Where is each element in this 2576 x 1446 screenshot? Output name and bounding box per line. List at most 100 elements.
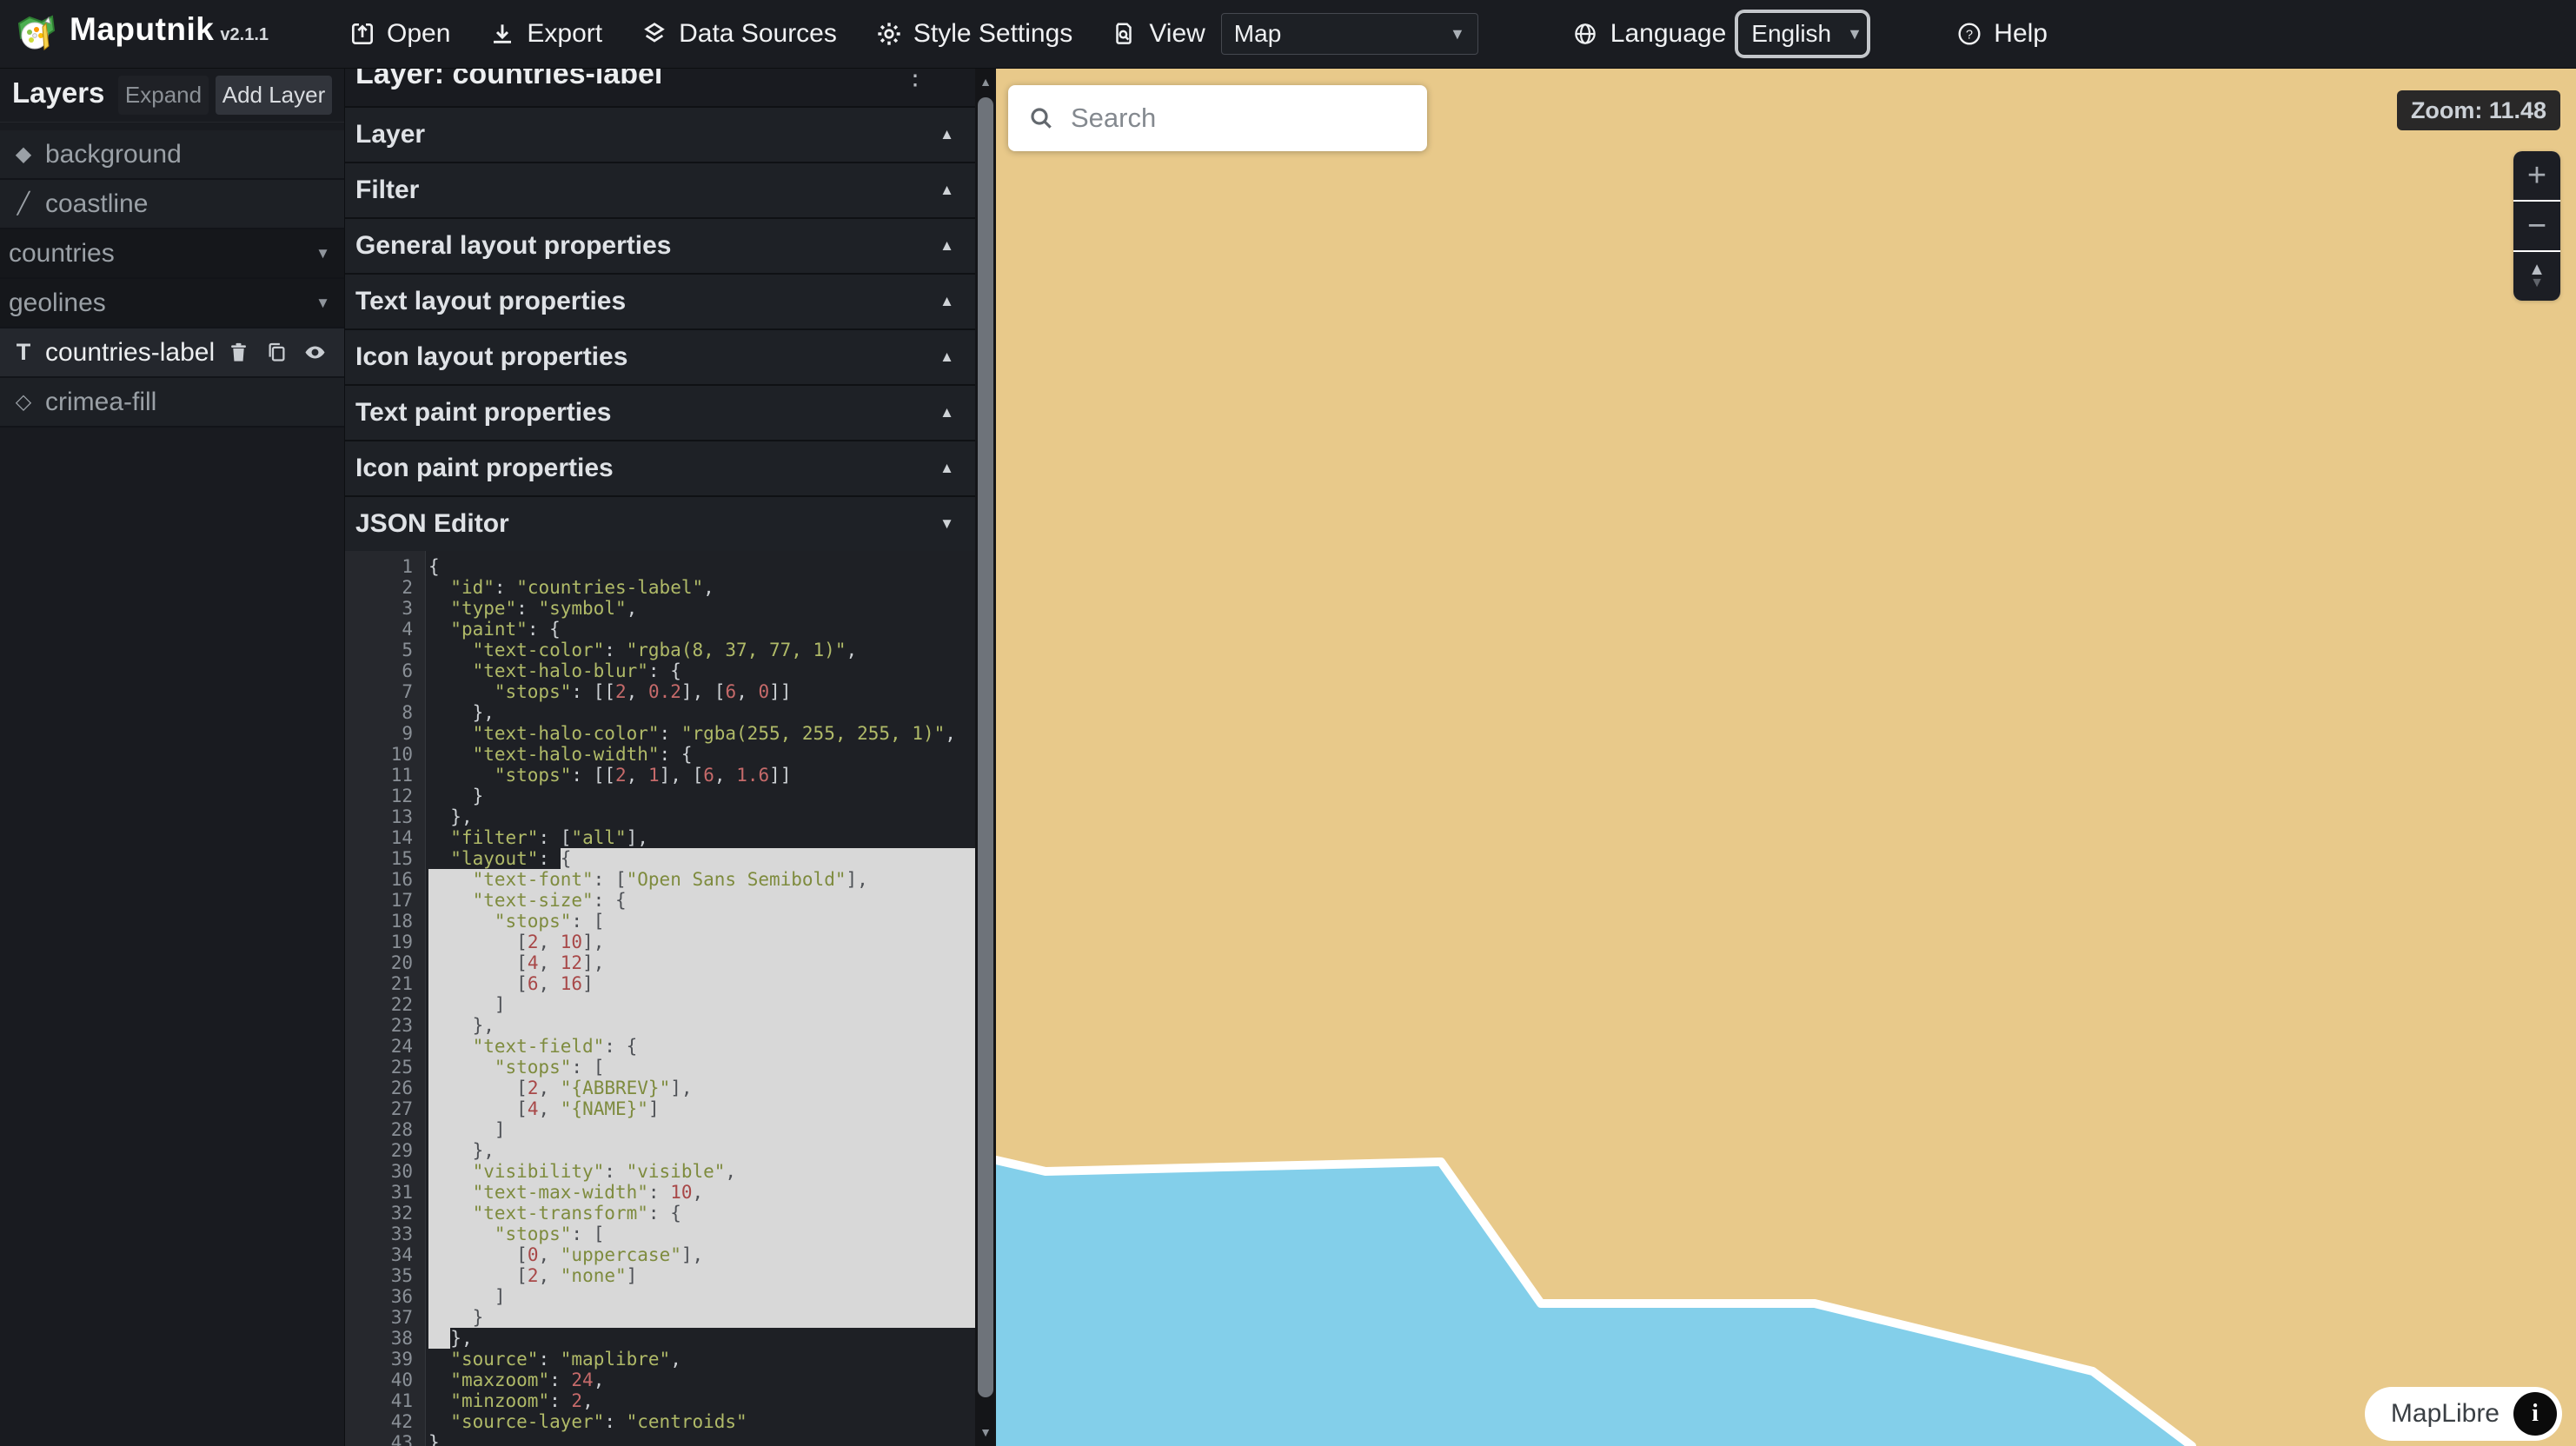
section-json-editor[interactable]: JSON Editor▼ [345, 495, 975, 551]
language-select[interactable]: English ▼ [1738, 13, 1867, 55]
code-line: 31 "text-max-width": 10, [345, 1182, 975, 1203]
line-number: 28 [345, 1119, 425, 1140]
line-number: 33 [345, 1224, 425, 1244]
code-line: 2 "id": "countries-label", [345, 577, 975, 598]
code-line: 9 "text-halo-color": "rgba(255, 255, 255… [345, 723, 975, 744]
app-version: v2.1.1 [220, 25, 269, 45]
line-number: 1 [345, 556, 425, 577]
export-label: Export [527, 19, 602, 49]
code-line: 4 "paint": { [345, 619, 975, 640]
layer-editor-panel: Layer: countries-label ⋮ Layer▲Filter▲Ge… [344, 68, 975, 1446]
line-number: 43 [345, 1432, 425, 1446]
help-button[interactable]: ? Help [1955, 19, 2048, 49]
expand-button[interactable]: Expand [118, 76, 209, 115]
search-input[interactable] [1069, 102, 1427, 135]
layer-item-coastline[interactable]: ╱coastline [0, 180, 344, 229]
caret-up-icon: ▲ [939, 460, 954, 477]
code-line: 28 ] [345, 1119, 975, 1140]
code-line: 10 "text-halo-width": { [345, 744, 975, 765]
open-button[interactable]: Open [349, 19, 450, 49]
map-render [996, 68, 2576, 1446]
layer-name: countries [9, 239, 115, 269]
layer-item-crimea-fill[interactable]: ◇crimea-fill [0, 378, 344, 428]
code-line: 7 "stops": [[2, 0.2], [6, 0]] [345, 681, 975, 702]
layers-title: Layers [12, 76, 104, 109]
section-general-layout-properties[interactable]: General layout properties▲ [345, 217, 975, 273]
layers-header: Layers Expand Add Layer [0, 68, 344, 123]
code-line: 23 }, [345, 1015, 975, 1036]
layer-group-geolines[interactable]: geolines▼ [0, 279, 344, 328]
maputnik-app: Maputnik v2.1.1 Open Export Data Sources St… [0, 0, 2576, 1446]
data-sources-button[interactable]: Data Sources [641, 19, 837, 49]
open-icon [349, 20, 376, 48]
map-attribution: MapLibre i [2365, 1387, 2562, 1441]
add-layer-button[interactable]: Add Layer [216, 76, 332, 115]
scroll-down-arrow-icon[interactable]: ▼ [975, 1425, 996, 1439]
chevron-down-icon: ▼ [315, 245, 330, 262]
caret-up-icon: ▲ [939, 404, 954, 421]
code-line: 34 [0, "uppercase"], [345, 1244, 975, 1265]
code-line: 13 }, [345, 806, 975, 827]
style-settings-button[interactable]: Style Settings [875, 19, 1072, 49]
line-number: 15 [345, 848, 425, 869]
section-label: Icon paint properties [355, 454, 614, 483]
line-number: 38 [345, 1328, 425, 1349]
caret-up-icon: ▲ [939, 126, 954, 143]
section-text-paint-properties[interactable]: Text paint properties▲ [345, 384, 975, 440]
map-zoom-controls: + − ▲ ▼ [2513, 151, 2560, 301]
help-label: Help [1994, 19, 2048, 49]
help-icon: ? [1955, 20, 1983, 48]
line-number: 37 [345, 1307, 425, 1328]
language-group: Language English ▼ [1572, 13, 1867, 55]
scrollbar-thumb[interactable] [978, 97, 993, 1397]
scroll-up-arrow-icon[interactable]: ▲ [975, 75, 996, 89]
section-icon-layout-properties[interactable]: Icon layout properties▲ [345, 328, 975, 384]
view-select[interactable]: Map ▼ [1221, 13, 1478, 55]
code-line: 33 "stops": [ [345, 1224, 975, 1244]
code-line: 43} [345, 1432, 975, 1446]
code-line: 36 ] [345, 1286, 975, 1307]
data-sources-icon [641, 20, 668, 48]
code-line: 6 "text-halo-blur": { [345, 660, 975, 681]
line-number: 4 [345, 619, 425, 640]
json-editor[interactable]: 1{2 "id": "countries-label",3 "type": "s… [345, 551, 975, 1446]
line-number: 26 [345, 1078, 425, 1098]
text-selection-highlight [428, 1015, 975, 1036]
compass-button[interactable]: ▲ ▼ [2513, 252, 2560, 301]
line-number: 42 [345, 1411, 425, 1432]
line-number: 35 [345, 1265, 425, 1286]
globe-icon [1572, 21, 1598, 47]
search-icon [1027, 104, 1055, 132]
copy-icon[interactable] [265, 341, 289, 364]
code-line: 37 } [345, 1307, 975, 1328]
app-name: Maputnik [70, 11, 214, 48]
info-icon[interactable]: i [2513, 1392, 2557, 1436]
layer-name: background [45, 140, 182, 169]
view-group: View Map ▼ [1111, 13, 1477, 55]
section-text-layout-properties[interactable]: Text layout properties▲ [345, 273, 975, 328]
text-selection-highlight [428, 1140, 975, 1161]
section-label: General layout properties [355, 231, 671, 261]
style-settings-icon [875, 20, 903, 48]
line-number: 31 [345, 1182, 425, 1203]
line-number: 7 [345, 681, 425, 702]
eye-icon[interactable] [303, 341, 327, 364]
layer-group-countries[interactable]: countries ▼ [0, 229, 344, 279]
map-canvas[interactable]: Zoom: 11.48 + − ▲ ▼ MapLibre i [996, 68, 2576, 1446]
language-label: Language [1610, 19, 1726, 49]
json-editor-code: 1{2 "id": "countries-label",3 "type": "s… [345, 556, 975, 1446]
editor-scrollbar[interactable]: ▲ ▼ [975, 68, 996, 1446]
zoom-level-badge: Zoom: 11.48 [2397, 90, 2560, 130]
export-button[interactable]: Export [488, 19, 602, 49]
kebab-menu-icon[interactable]: ⋮ [902, 68, 928, 91]
layer-item-countries-label[interactable]: Tcountries-label [0, 328, 344, 378]
section-filter[interactable]: Filter▲ [345, 162, 975, 217]
zoom-out-button[interactable]: − [2513, 202, 2560, 250]
section-layer[interactable]: Layer▲ [345, 106, 975, 162]
text-selection-highlight [428, 1286, 975, 1307]
section-icon-paint-properties[interactable]: Icon paint properties ▲ [345, 440, 975, 495]
trash-icon[interactable] [227, 341, 250, 364]
line-number: 22 [345, 994, 425, 1015]
zoom-in-button[interactable]: + [2513, 151, 2560, 200]
layer-item-background[interactable]: ◆background [0, 130, 344, 180]
